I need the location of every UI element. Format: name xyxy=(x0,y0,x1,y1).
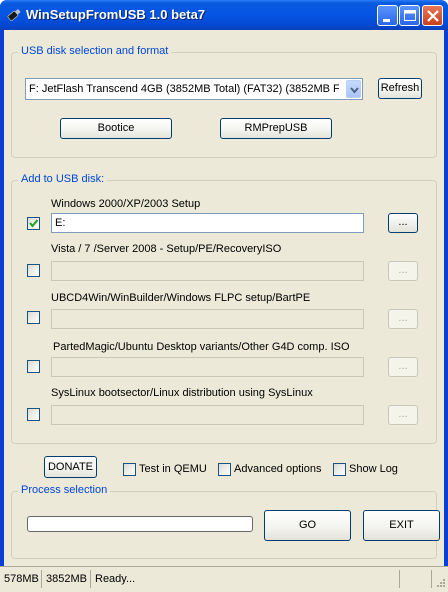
source-label-vista-7: Vista / 7 /Server 2008 - Setup/PE/Recove… xyxy=(51,243,282,255)
progress-bar xyxy=(27,516,253,532)
dropdown-button[interactable] xyxy=(346,80,361,98)
window-title: WinSetupFromUSB 1.0 beta7 xyxy=(26,7,206,22)
maximize-button[interactable] xyxy=(399,5,420,26)
source-checkbox-windows-xp[interactable] xyxy=(27,217,40,230)
donate-button[interactable]: DONATE xyxy=(44,456,97,478)
advanced-options-checkbox[interactable] xyxy=(218,463,231,476)
check-icon xyxy=(29,219,39,228)
browse-button-windows-xp[interactable]: ... xyxy=(388,213,418,233)
browse-button-vista-7[interactable]: ... xyxy=(388,261,418,281)
status-total-size: 3852MB xyxy=(42,570,91,588)
browse-button-ubcd4win[interactable]: ... xyxy=(388,309,418,329)
status-free-space: 578MB xyxy=(0,570,42,588)
source-label-syslinux: SysLinux bootsector/Linux distribution u… xyxy=(51,387,313,399)
source-checkbox-vista-7[interactable] xyxy=(27,264,40,277)
minimize-icon xyxy=(383,19,390,22)
source-checkbox-syslinux[interactable] xyxy=(27,408,40,421)
client-area: USB disk selection and format F: JetFlas… xyxy=(4,30,444,566)
bootice-button[interactable]: Bootice xyxy=(60,118,172,139)
title-bar[interactable]: WinSetupFromUSB 1.0 beta7 xyxy=(0,0,448,30)
source-path-windows-xp[interactable]: E: xyxy=(51,213,364,233)
source-path-ubcd4win[interactable] xyxy=(51,309,364,329)
usb-selection-group: USB disk selection and format xyxy=(11,45,437,158)
exit-button[interactable]: EXIT xyxy=(363,510,440,541)
test-qemu-checkbox[interactable] xyxy=(123,463,136,476)
status-message: Ready... xyxy=(91,570,400,588)
rmprepusb-button[interactable]: RMPrepUSB xyxy=(220,118,332,139)
show-log-label[interactable]: Show Log xyxy=(349,463,398,475)
source-checkbox-partedmagic[interactable] xyxy=(27,360,40,373)
source-path-value: E: xyxy=(55,217,66,229)
maximize-icon xyxy=(404,10,416,21)
source-path-vista-7[interactable] xyxy=(51,261,364,281)
status-bar: 578MB 3852MB Ready... xyxy=(0,566,448,592)
add-to-usb-title: Add to USB disk: xyxy=(18,173,108,185)
close-icon xyxy=(427,10,439,22)
source-label-ubcd4win: UBCD4Win/WinBuilder/Windows FLPC setup/B… xyxy=(51,292,311,304)
source-label-partedmagic: PartedMagic/Ubuntu Desktop variants/Othe… xyxy=(53,341,350,353)
status-extra-panel xyxy=(400,570,432,588)
minimize-button[interactable] xyxy=(377,5,398,26)
usb-stick-icon xyxy=(7,8,21,22)
browse-button-syslinux[interactable]: ... xyxy=(388,405,418,425)
browse-button-partedmagic[interactable]: ... xyxy=(388,357,418,377)
usb-disk-selected-value: F: JetFlash Transcend 4GB (3852MB Total)… xyxy=(29,83,339,95)
source-label-windows-xp: Windows 2000/XP/2003 Setup xyxy=(51,198,201,210)
chevron-down-icon xyxy=(350,87,359,94)
source-checkbox-ubcd4win[interactable] xyxy=(27,311,40,324)
source-path-syslinux[interactable] xyxy=(51,405,364,425)
refresh-button[interactable]: Refresh xyxy=(378,78,422,99)
resize-grip-icon[interactable] xyxy=(434,578,446,590)
test-qemu-label[interactable]: Test in QEMU xyxy=(139,463,207,475)
app-window: WinSetupFromUSB 1.0 beta7 USB disk selec… xyxy=(0,0,448,592)
process-selection-title: Process selection xyxy=(18,484,111,496)
usb-selection-title: USB disk selection and format xyxy=(18,45,172,57)
source-path-partedmagic[interactable] xyxy=(51,357,364,377)
show-log-checkbox[interactable] xyxy=(333,463,346,476)
advanced-options-label[interactable]: Advanced options xyxy=(234,463,321,475)
close-button[interactable] xyxy=(422,5,443,26)
go-button[interactable]: GO xyxy=(264,510,351,541)
usb-disk-select[interactable]: F: JetFlash Transcend 4GB (3852MB Total)… xyxy=(25,78,363,100)
